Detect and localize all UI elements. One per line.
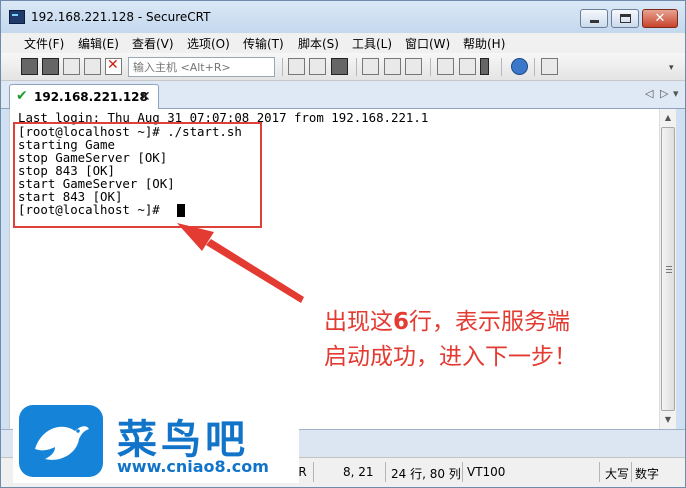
status-caps-lock: 大写 [605,467,630,481]
menu-window[interactable]: 窗口(W) [405,35,450,52]
quick-connect-icon[interactable] [42,58,59,75]
bird-logo-badge [19,405,103,477]
connect-icon[interactable] [21,58,38,75]
toolbar-separator [430,58,431,76]
status-terminal-type: VT100 [467,465,506,479]
toolbar-separator [534,58,535,76]
disconnect-icon[interactable] [105,57,122,75]
menu-script[interactable]: 脚本(S) [298,35,339,52]
toolbar-separator [501,58,502,76]
annotation-line-1-number: 6 [393,309,410,335]
toolbar: ▾ [1,53,685,81]
menu-tools[interactable]: 工具(L) [352,35,392,52]
menu-bar: 文件(F) 编辑(E) 查看(V) 选项(O) 传输(T) 脚本(S) 工具(L… [1,33,685,53]
securecrt-app-icon [9,10,25,24]
keymap-icon[interactable] [480,58,489,75]
find-icon[interactable] [331,58,348,75]
status-cursor-position: 8, 21 [343,465,374,479]
annotation-line-2: 启动成功，进入下一步！ [324,344,577,370]
scroll-grip-icon [666,266,672,273]
menu-edit[interactable]: 编辑(E) [78,35,119,52]
tab-session-192-168-221-128[interactable]: ✔ 192.168.221.128 ✕ [9,84,159,109]
watermark-url: www.cniao8.com [117,457,269,476]
menu-transfer[interactable]: 传输(T) [243,35,284,52]
connected-check-icon: ✔ [16,88,28,104]
tab-menu-icon[interactable]: ▾ [673,87,679,100]
print-icon[interactable] [362,58,379,75]
terminal-scrollbar[interactable]: ▲ ▼ [659,109,676,429]
scroll-thumb[interactable] [661,127,675,411]
log-session-icon[interactable] [405,58,422,75]
tab-next-icon[interactable]: ▷ [660,87,668,100]
tab-close-icon[interactable]: ✕ [139,89,151,105]
scroll-down-icon[interactable]: ▼ [660,411,676,428]
status-separator [462,462,463,482]
status-separator [385,462,386,482]
minimize-button[interactable] [580,9,608,28]
bird-icon [35,426,89,460]
menu-options[interactable]: 选项(O) [187,35,230,52]
menu-file[interactable]: 文件(F) [24,35,64,52]
session-options-icon[interactable] [437,58,454,75]
minimize-icon [590,20,599,23]
status-separator [313,462,314,482]
status-terminal-size: 24 行, 80 列 [391,467,461,481]
menu-help[interactable]: 帮助(H) [463,35,505,52]
output-highlight-box [13,122,262,228]
status-num-lock: 数字 [635,467,660,481]
connect-in-tab-icon[interactable] [63,58,80,75]
securecrt-window: 192.168.221.128 - SecureCRT ✕ 文件(F) 编辑(E… [0,0,686,488]
toolbar-separator [356,58,357,76]
maximize-icon [620,14,631,23]
status-separator [599,462,600,482]
global-options-icon[interactable] [459,58,476,75]
close-icon: ✕ [654,11,666,26]
paste-icon[interactable] [309,58,326,75]
annotation-line-1-post: 行，表示服务端 [409,309,571,335]
cniao8-watermark-logo: 菜鸟吧 www.cniao8.com [13,401,299,483]
close-button[interactable]: ✕ [642,9,678,28]
toolbar-overflow-icon[interactable]: ▾ [669,63,674,73]
sftp-icon[interactable] [541,58,558,75]
status-separator [631,462,632,482]
scroll-up-icon[interactable]: ▲ [660,109,676,126]
toolbar-separator [282,58,283,76]
help-icon[interactable] [511,58,528,75]
print-setup-icon[interactable] [384,58,401,75]
quick-connect-input[interactable] [128,57,275,77]
tab-label: 192.168.221.128 [34,90,148,104]
copy-icon[interactable] [288,58,305,75]
reconnect-icon[interactable] [84,58,101,75]
menu-view[interactable]: 查看(V) [132,35,174,52]
tab-bar: ✔ 192.168.221.128 ✕ [1,81,685,109]
maximize-button[interactable] [611,9,639,28]
title-bar: 192.168.221.128 - SecureCRT ✕ [1,1,685,33]
annotation-line-1: 出现这6行，表示服务端 [324,302,570,336]
window-title: 192.168.221.128 - SecureCRT [31,10,211,24]
tab-prev-icon[interactable]: ◁ [645,87,653,100]
annotation-line-1-pre: 出现这 [324,309,393,335]
